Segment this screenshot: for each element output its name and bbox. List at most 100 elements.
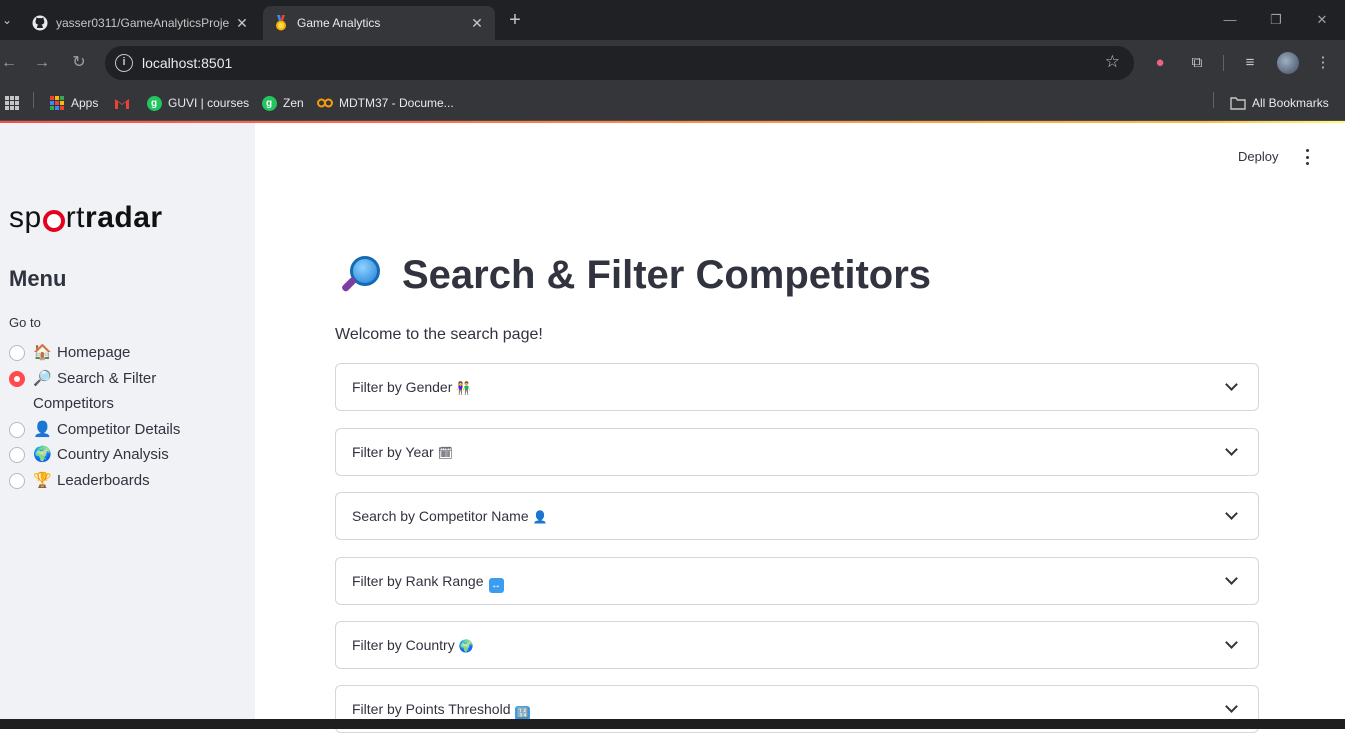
bookmark-label: MDTM37 - Docume...: [339, 96, 454, 110]
nav-label: Country Analysis: [57, 446, 169, 463]
chevron-down-icon[interactable]: [1225, 572, 1238, 585]
radio-button-selected[interactable]: [9, 371, 25, 387]
left-right-arrow-icon: ↔: [488, 578, 504, 593]
bookmark-zen[interactable]: g Zen: [261, 92, 304, 114]
extension-flame-icon[interactable]: ●: [1150, 53, 1170, 73]
nav-radio-homepage[interactable]: 🏠 Homepage: [9, 343, 203, 365]
nav-radio-country-analysis[interactable]: 🌍 Country Analysis: [9, 445, 203, 467]
sidebar: sp rt radar Menu Go to 🏠 Homepage 🔎 Search &…: [0, 123, 255, 729]
expander-label: Filter by Country: [352, 637, 455, 653]
bookmark-star-icon[interactable]: ☆: [1105, 52, 1120, 72]
person-icon: 👤: [532, 510, 548, 524]
new-tab-plus-icon[interactable]: +: [505, 8, 525, 32]
person-icon: 👤: [33, 421, 52, 438]
bookmark-label: Zen: [283, 96, 304, 110]
expander-label: Filter by Year: [352, 444, 434, 460]
page-title: Search & Filter Competitors: [338, 253, 931, 298]
site-info-icon[interactable]: i: [115, 54, 133, 72]
bookmark-mdtm[interactable]: MDTM37 - Docume...: [317, 92, 454, 114]
bookmarks-bar: Apps g GUVI | courses g Zen MDTM37 - Doc…: [0, 86, 1345, 121]
sportradar-logo: sp rt radar: [9, 201, 163, 234]
welcome-text: Welcome to the search page!: [335, 326, 543, 343]
close-window-icon[interactable]: ✕: [1302, 8, 1342, 32]
chevron-down-icon[interactable]: [1225, 636, 1238, 649]
tab-github[interactable]: yasser0311/GameAnalyticsProje ✕: [22, 6, 260, 40]
medal-icon: [273, 15, 289, 31]
nav-radio-competitor-details[interactable]: 👤 Competitor Details: [9, 420, 203, 442]
nav-radio-search-filter[interactable]: 🔎 Search & Filter Competitors: [9, 369, 203, 416]
nav-radio-leaderboards[interactable]: 🏆 Leaderboards: [9, 471, 203, 493]
bookmark-label: GUVI | courses: [168, 96, 250, 110]
browser-menu-icon[interactable]: ⋮: [1313, 53, 1333, 73]
close-tab-icon[interactable]: ✕: [469, 15, 485, 31]
expander-label: Filter by Rank Range: [352, 573, 484, 589]
expander-year[interactable]: Filter by Year 🗓: [335, 428, 1259, 476]
goto-label: Go to: [9, 315, 41, 330]
bookmark-divider: [33, 92, 34, 108]
bookmark-gmail[interactable]: [114, 92, 136, 114]
chevron-down-icon[interactable]: [1225, 378, 1238, 391]
expander-label: Filter by Points Threshold: [352, 701, 511, 717]
toolbar-divider: [1223, 55, 1224, 71]
all-bookmarks[interactable]: All Bookmarks: [1230, 92, 1329, 114]
nav-label: Competitor Details: [57, 421, 181, 438]
forward-arrow-icon[interactable]: →: [31, 52, 53, 74]
apps-launcher[interactable]: [4, 92, 26, 114]
logo-text: rt: [65, 201, 86, 234]
house-icon: 🏠: [33, 344, 52, 361]
close-tab-icon[interactable]: ✕: [234, 15, 250, 31]
apps-grid-icon: [49, 95, 65, 111]
magnifier-icon: 🔎: [33, 370, 52, 387]
page-title-text: Search & Filter Competitors: [402, 253, 932, 297]
app-menu-kebab-icon[interactable]: [1303, 149, 1311, 165]
bookmark-divider: [1213, 92, 1214, 108]
tab-title: Game Analytics: [297, 16, 381, 30]
guvi-icon: g: [146, 95, 162, 111]
expander-rank-range[interactable]: Filter by Rank Range ↔: [335, 557, 1259, 605]
bookmark-apps[interactable]: Apps: [49, 92, 98, 114]
zen-icon: g: [261, 95, 277, 111]
profile-avatar[interactable]: [1277, 52, 1299, 74]
chevron-down-icon[interactable]: [1225, 507, 1238, 520]
trophy-icon: 🏆: [33, 472, 52, 489]
main-content: Deploy Search & Filter Competitors Welco…: [255, 123, 1345, 733]
reload-icon[interactable]: ↻: [68, 52, 90, 74]
address-bar[interactable]: i localhost:8501 ☆: [105, 46, 1134, 80]
expander-gender[interactable]: Filter by Gender 👫: [335, 363, 1259, 411]
media-control-icon[interactable]: ≡: [1240, 53, 1260, 73]
browser-toolbar: ← → ↻ i localhost:8501 ☆ ● ⧉ ≡ ⋮: [0, 40, 1345, 86]
browser-tab-bar: ⌄ yasser0311/GameAnalyticsProje ✕ Game A…: [0, 0, 1345, 40]
bookmark-label: Apps: [71, 96, 99, 110]
chevron-down-icon[interactable]: [1225, 700, 1238, 713]
logo-o-mark: [42, 210, 65, 232]
radio-button[interactable]: [9, 447, 25, 463]
calendar-icon: 🗓: [437, 446, 453, 460]
deploy-button[interactable]: Deploy: [1238, 149, 1278, 164]
radio-button[interactable]: [9, 422, 25, 438]
expander-country[interactable]: Filter by Country 🌍: [335, 621, 1259, 669]
globe-icon: 🌍: [33, 446, 52, 463]
tab-game-analytics[interactable]: Game Analytics ✕: [263, 6, 495, 40]
url-text[interactable]: localhost:8501: [142, 55, 232, 71]
globe-icon: 🌍: [458, 639, 474, 653]
chevron-down-icon[interactable]: [1225, 443, 1238, 456]
expander-label: Search by Competitor Name: [352, 508, 529, 524]
bookmark-guvi[interactable]: g GUVI | courses: [146, 92, 249, 114]
restore-icon[interactable]: ❐: [1256, 8, 1296, 32]
expander-competitor-name[interactable]: Search by Competitor Name 👤: [335, 492, 1259, 540]
github-icon: [32, 15, 48, 31]
magnifier-icon: [338, 254, 388, 298]
logo-text: sp: [9, 201, 42, 234]
tab-search-chevron-icon[interactable]: ⌄: [0, 8, 14, 32]
radio-button[interactable]: [9, 473, 25, 489]
nav-label: Leaderboards: [57, 472, 150, 489]
apps-grid-icon: [4, 95, 20, 111]
tab-title: yasser0311/GameAnalyticsProje: [56, 16, 230, 30]
back-arrow-icon[interactable]: ←: [0, 52, 20, 74]
extensions-puzzle-icon[interactable]: ⧉: [1187, 53, 1207, 73]
minimize-icon[interactable]: —: [1210, 8, 1250, 32]
couple-icon: 👫: [456, 381, 472, 395]
all-bookmarks-label: All Bookmarks: [1252, 96, 1329, 110]
radio-button[interactable]: [9, 345, 25, 361]
os-taskbar-edge: [0, 719, 1345, 729]
